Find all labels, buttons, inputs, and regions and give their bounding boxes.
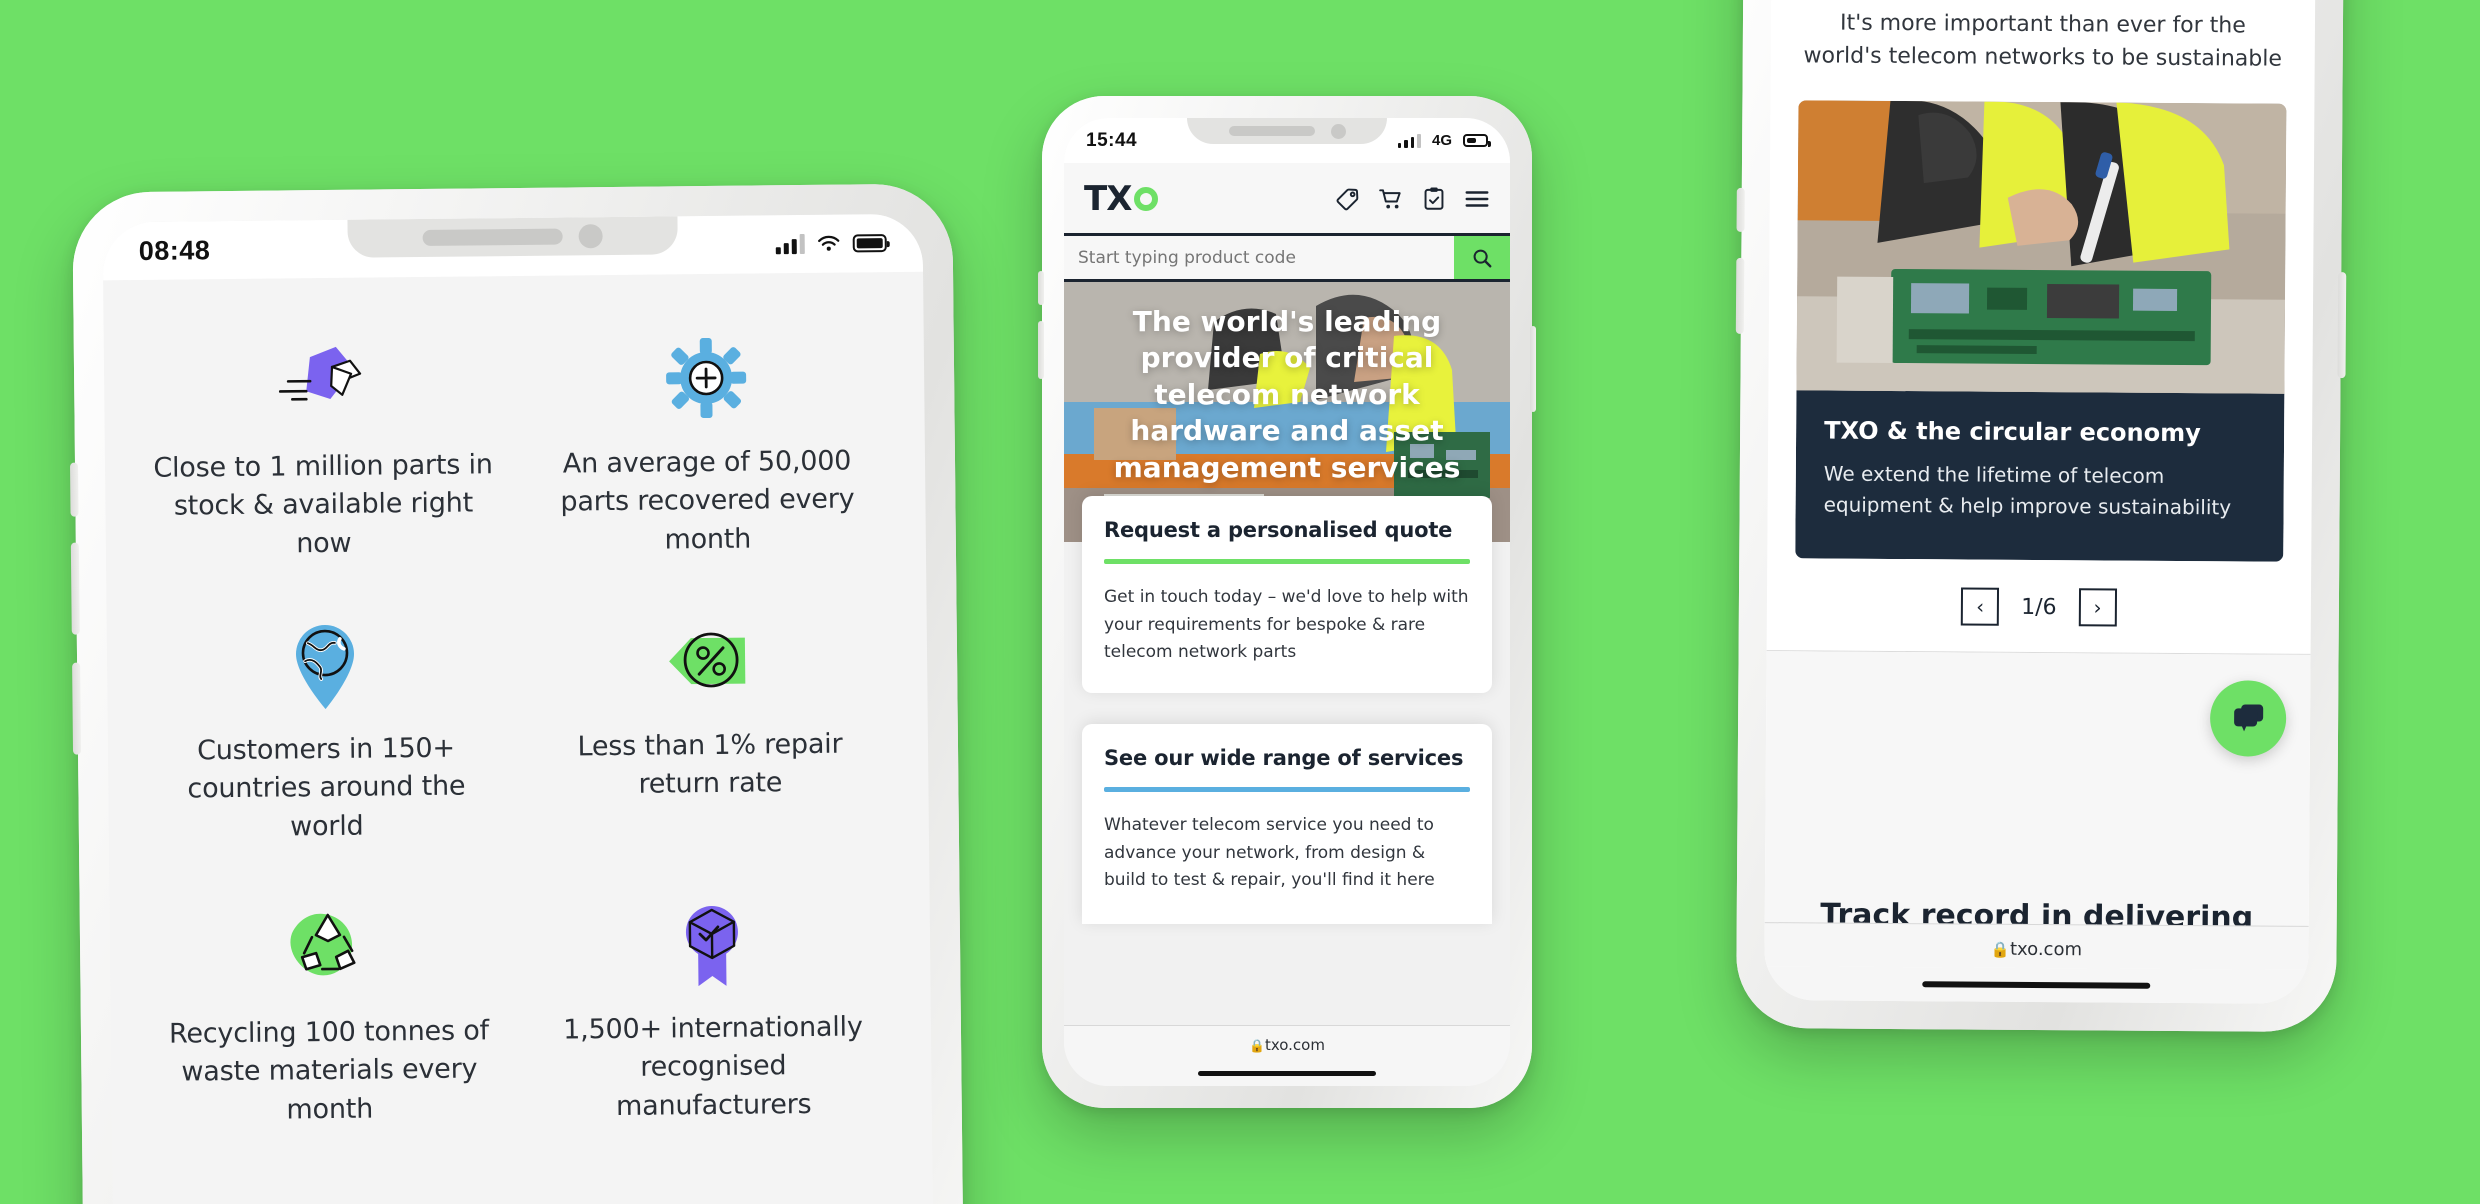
hamburger-menu-icon[interactable] [1464,186,1490,212]
battery-icon [852,234,887,253]
url-text: txo.com [1264,1036,1325,1054]
power-button[interactable] [1530,326,1536,412]
stat-text: Close to 1 million parts in stock & avai… [153,449,493,559]
earpiece-speaker [422,228,563,246]
carousel-image [1796,100,2287,394]
stat-text: Less than 1% repair return rate [577,728,843,801]
browser-url-bar[interactable]: 🔒txo.com [1764,922,2309,970]
network-label: 4G [1431,132,1452,149]
engineer-cleaning-circuit-board-photo [1796,100,2287,394]
phone-left-screen: 08:48 Close to 1 million parts in stock … [102,213,934,1204]
services-card[interactable]: See our wide range of services Whatever … [1082,724,1492,924]
stat-text: Recycling 100 tonnes of waste materials … [168,1015,490,1126]
clipboard-check-icon[interactable] [1421,186,1447,212]
card-title: Request a personalised quote [1104,518,1453,542]
home-indicator[interactable] [1764,966,2309,1004]
card-rule [1104,787,1470,792]
signal-bars-icon [775,233,805,255]
status-bar-left: 08:48 [102,213,924,281]
signal-bars-icon [1397,133,1421,148]
stat-text: 1,500+ internationally recognised manufa… [563,1011,863,1122]
price-tag-icon[interactable] [1335,186,1361,212]
url-text: txo.com [2009,938,2083,961]
quote-card[interactable]: Request a personalised quote Get in touc… [1082,496,1492,693]
padlock-icon: 🔒 [1990,940,2011,959]
phone-middle-screen: 15:44 4G TX Start typing product code Th… [1064,118,1510,1086]
logo-text: TX [1084,179,1132,219]
card-rule [1104,559,1470,564]
status-bar-middle: 15:44 4G [1064,118,1510,163]
carousel-caption-body: We extend the lifetime of telecom equipm… [1823,461,2232,520]
phone-left: 08:48 Close to 1 million parts in stock … [69,183,964,1204]
status-clock: 08:48 [138,234,211,266]
carousel: TXO & the circular economy We extend the… [1795,100,2287,562]
notch-middle [1187,118,1387,144]
search-bar [1064,236,1510,282]
stat-item: 1,500+ internationally recognised manufa… [519,874,906,1153]
carousel-counter: 1/6 [2021,594,2057,620]
card-body: Whatever telecom service you need to adv… [1104,815,1435,891]
globe-pin-icon [288,619,363,712]
earpiece-speaker [1228,126,1315,136]
stat-item: Customers in 150+ countries around the w… [132,595,519,874]
site-header: TX [1064,163,1510,236]
status-clock: 15:44 [1086,129,1138,151]
volume-down-button[interactable] [1735,257,1745,334]
volume-up-button[interactable] [69,462,79,517]
carousel-caption: TXO & the circular economy We extend the… [1795,390,2285,562]
volume-down-button[interactable] [70,542,80,635]
track-record-section: Track record in delivering [1764,651,2311,935]
phone-middle: 15:44 4G TX Start typing product code Th… [1038,96,1536,1108]
phone-right: Supporting sustainable networks It's mor… [1735,0,2347,1033]
chat-bubbles-icon [2234,704,2264,732]
shopping-cart-icon[interactable] [1378,186,1404,212]
volume-down-button[interactable] [1038,321,1044,379]
cards-container: Request a personalised quote Get in touc… [1064,496,1510,1025]
search-icon [1473,249,1492,267]
carousel-navigation: ‹ 1/6 › [1767,558,2312,654]
power-button[interactable] [2337,272,2347,379]
carousel-next-button[interactable]: › [2078,588,2117,627]
padlock-icon: 🔒 [1249,1039,1265,1054]
volume-up-button[interactable] [1736,187,1745,232]
card-body: Get in touch today – we'd love to help w… [1104,587,1469,663]
battery-icon [1463,134,1491,147]
section-subtitle: It's more important than ever for the wo… [1803,10,2283,72]
front-camera [578,224,603,249]
card-title: See our wide range of services [1104,746,1464,770]
search-input[interactable] [1064,236,1454,279]
hero-headline: The world's leading provider of critical… [1113,305,1461,484]
home-indicator[interactable] [1064,1060,1510,1086]
flying-parcel-icon [274,336,371,429]
circle-o-logo-icon [1134,187,1159,211]
percent-tag-icon [661,614,758,707]
stat-item: Close to 1 million parts in stock & avai… [129,312,516,591]
carousel-caption-title: TXO & the circular economy [1824,416,2201,448]
search-button[interactable] [1454,236,1510,279]
gear-plus-icon [664,332,749,425]
volume-up-button[interactable] [1038,271,1044,305]
phone-right-screen: Supporting sustainable networks It's mor… [1764,0,2316,1004]
carousel-prev-button[interactable]: ‹ [1961,587,2000,626]
sustainability-section-header: Supporting sustainable networks It's mor… [1771,0,2316,86]
browser-url-bar[interactable]: 🔒txo.com [1064,1025,1510,1060]
recycle-icon [282,901,375,994]
stats-grid: Close to 1 million parts in stock & avai… [103,272,932,1157]
chat-widget-button[interactable] [2209,680,2287,757]
certified-box-icon [676,898,749,991]
stat-item: Less than 1% repair return rate [516,591,903,870]
wifi-icon [818,235,840,251]
stat-item: Recycling 100 tonnes of waste materials … [135,878,522,1157]
stat-text: Customers in 150+ countries around the w… [187,732,466,843]
txo-logo[interactable]: TX [1084,179,1159,219]
front-camera [1330,123,1346,139]
stat-item: An average of 50,000 parts recovered eve… [513,308,900,587]
silent-switch[interactable] [72,662,82,755]
notch-left [347,216,678,258]
stat-text: An average of 50,000 parts recovered eve… [560,445,855,556]
